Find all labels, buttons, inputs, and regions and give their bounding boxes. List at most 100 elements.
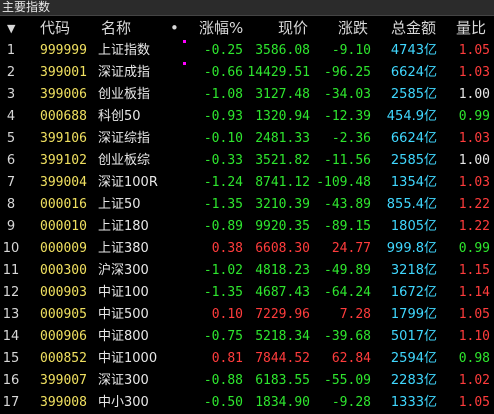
row-change-pct: -0.93 <box>203 109 243 124</box>
row-volume-ratio: 1.03 <box>458 65 490 80</box>
row-change-pct: -1.02 <box>203 263 243 278</box>
row-change-pct: -1.24 <box>203 175 243 190</box>
row-price: 9920.35 <box>255 219 310 234</box>
row-change-pct: -1.35 <box>203 197 243 212</box>
table-row[interactable]: 15 000852 中证1000 0.81 7844.52 62.84 2594亿 0.98 <box>0 348 494 370</box>
row-name: 上证180 <box>98 219 149 234</box>
row-name: 上证指数 <box>98 43 151 58</box>
row-name: 创业板指 <box>98 87 151 102</box>
row-change-pct: -0.75 <box>203 329 243 344</box>
column-header-dot: • <box>170 19 179 37</box>
table-row[interactable]: 9 000010 上证180 -0.89 9920.35 -89.15 1805亿 1.22 <box>0 216 494 238</box>
row-price: 1320.94 <box>255 109 310 124</box>
row-name: 中小300 <box>98 395 149 410</box>
row-amount: 1805亿 <box>390 219 437 234</box>
row-code: 399106 <box>40 131 87 146</box>
sort-arrow-icon[interactable]: ▼ <box>7 17 15 40</box>
marker-dot-icon <box>183 62 186 65</box>
column-header-code[interactable]: 代码 <box>40 17 70 40</box>
row-change: 24.77 <box>331 241 371 256</box>
row-change-pct: -0.10 <box>203 131 243 146</box>
row-name: 沪深300 <box>98 263 149 278</box>
row-amount: 855.4亿 <box>386 197 437 212</box>
table-row[interactable]: 8 000016 上证50 -1.35 3210.39 -43.89 855.4亿 1.22 <box>0 194 494 216</box>
row-volume-ratio: 1.22 <box>458 197 490 212</box>
row-code: 399008 <box>40 395 87 410</box>
table-row[interactable]: 2 399001 深证成指 -0.66 14429.51 -96.25 6624亿 1.03 <box>0 62 494 84</box>
row-change-pct: -0.89 <box>203 219 243 234</box>
row-volume-ratio: 1.10 <box>458 329 490 344</box>
column-header-ratio[interactable]: 量比 <box>456 17 486 40</box>
row-change: -34.03 <box>324 87 371 102</box>
row-index: 7 <box>6 175 16 190</box>
table-header: ▼ 代码 名称 • 涨幅% 现价 涨跌 总金额 量比 <box>0 17 494 40</box>
table-row[interactable]: 11 000300 沪深300 -1.02 4818.23 -49.89 3218亿 1.15 <box>0 260 494 282</box>
column-header-pct[interactable]: 涨幅% <box>199 17 243 40</box>
row-index: 3 <box>6 87 16 102</box>
row-index: 1 <box>6 43 16 58</box>
row-code: 399006 <box>40 87 87 102</box>
table-row[interactable]: 10 000009 上证380 0.38 6608.30 24.77 999.8亿 0.99 <box>0 238 494 260</box>
row-code: 000009 <box>40 241 87 256</box>
row-index: 11 <box>2 263 20 278</box>
row-change-pct: -0.25 <box>203 43 243 58</box>
row-volume-ratio: 0.98 <box>458 351 490 366</box>
marker-dot-icon <box>183 40 186 43</box>
row-code: 000852 <box>40 351 87 366</box>
row-name: 中证800 <box>98 329 149 344</box>
table-row[interactable]: 7 399004 深证100R -1.24 8741.12 -109.48 1354亿 1.0… <box>0 172 494 194</box>
row-change: -89.15 <box>324 219 371 234</box>
row-change: -9.10 <box>331 43 371 58</box>
row-amount: 2585亿 <box>390 153 437 168</box>
row-name: 中证1000 <box>98 351 158 366</box>
row-code: 399102 <box>40 153 87 168</box>
column-header-change[interactable]: 涨跌 <box>338 17 368 40</box>
row-amount: 2283亿 <box>390 373 437 388</box>
column-header-amount[interactable]: 总金额 <box>391 17 436 40</box>
row-change: -43.89 <box>324 197 371 212</box>
row-volume-ratio: 1.00 <box>458 153 490 168</box>
row-amount: 1354亿 <box>390 175 437 190</box>
row-index: 5 <box>6 131 16 146</box>
row-price: 4818.23 <box>255 263 310 278</box>
row-code: 000016 <box>40 197 87 212</box>
row-index: 13 <box>2 307 20 322</box>
row-name: 中证100 <box>98 285 149 300</box>
row-change: 62.84 <box>331 351 371 366</box>
column-header-name[interactable]: 名称 <box>101 17 131 40</box>
row-index: 15 <box>2 351 20 366</box>
table-row[interactable]: 12 000903 中证100 -1.35 4687.43 -64.24 1672亿 1.14 <box>0 282 494 304</box>
table-row[interactable]: 3 399006 创业板指 -1.08 3127.48 -34.03 2585亿 1.00 <box>0 84 494 106</box>
row-volume-ratio: 1.05 <box>458 395 490 410</box>
table-row[interactable]: 14 000906 中证800 -0.75 5218.34 -39.68 5017亿 1.10 <box>0 326 494 348</box>
row-price: 3586.08 <box>255 43 310 58</box>
row-change: -12.39 <box>324 109 371 124</box>
row-amount: 3218亿 <box>390 263 437 278</box>
row-change-pct: -1.35 <box>203 285 243 300</box>
table-row[interactable]: 4 000688 科创50 -0.93 1320.94 -12.39 454.9亿 0.99 <box>0 106 494 128</box>
table-row[interactable]: 5 399106 深证综指 -0.10 2481.33 -2.36 6624亿 1.03 <box>0 128 494 150</box>
row-change: -9.28 <box>331 395 371 410</box>
row-change-pct: 0.10 <box>211 307 243 322</box>
table-row[interactable]: 16 399007 深证300 -0.88 6183.55 -55.09 2283亿 1.02 <box>0 370 494 392</box>
row-index: 4 <box>6 109 16 124</box>
row-price: 8741.12 <box>255 175 310 190</box>
row-code: 000905 <box>40 307 87 322</box>
row-price: 5218.34 <box>255 329 310 344</box>
row-index: 8 <box>6 197 16 212</box>
row-change: -96.25 <box>324 65 371 80</box>
table-row[interactable]: 6 399102 创业板综 -0.33 3521.82 -11.56 2585亿 1.00 <box>0 150 494 172</box>
row-volume-ratio: 1.05 <box>458 43 490 58</box>
row-amount: 6624亿 <box>390 131 437 146</box>
table-row[interactable]: 17 399008 中小300 -0.50 1834.90 -9.28 1333亿 1.05 <box>0 392 494 414</box>
row-code: 000300 <box>40 263 87 278</box>
column-header-price[interactable]: 现价 <box>278 17 308 40</box>
row-change-pct: 0.81 <box>211 351 243 366</box>
table-row[interactable]: 1 999999 上证指数 -0.25 3586.08 -9.10 4743亿 1.05 <box>0 40 494 62</box>
row-price: 2481.33 <box>255 131 310 146</box>
row-price: 6183.55 <box>255 373 310 388</box>
table-row[interactable]: 13 000905 中证500 0.10 7229.96 7.28 1799亿 1.05 <box>0 304 494 326</box>
row-volume-ratio: 1.15 <box>458 263 490 278</box>
row-price: 7844.52 <box>255 351 310 366</box>
row-price: 4687.43 <box>255 285 310 300</box>
